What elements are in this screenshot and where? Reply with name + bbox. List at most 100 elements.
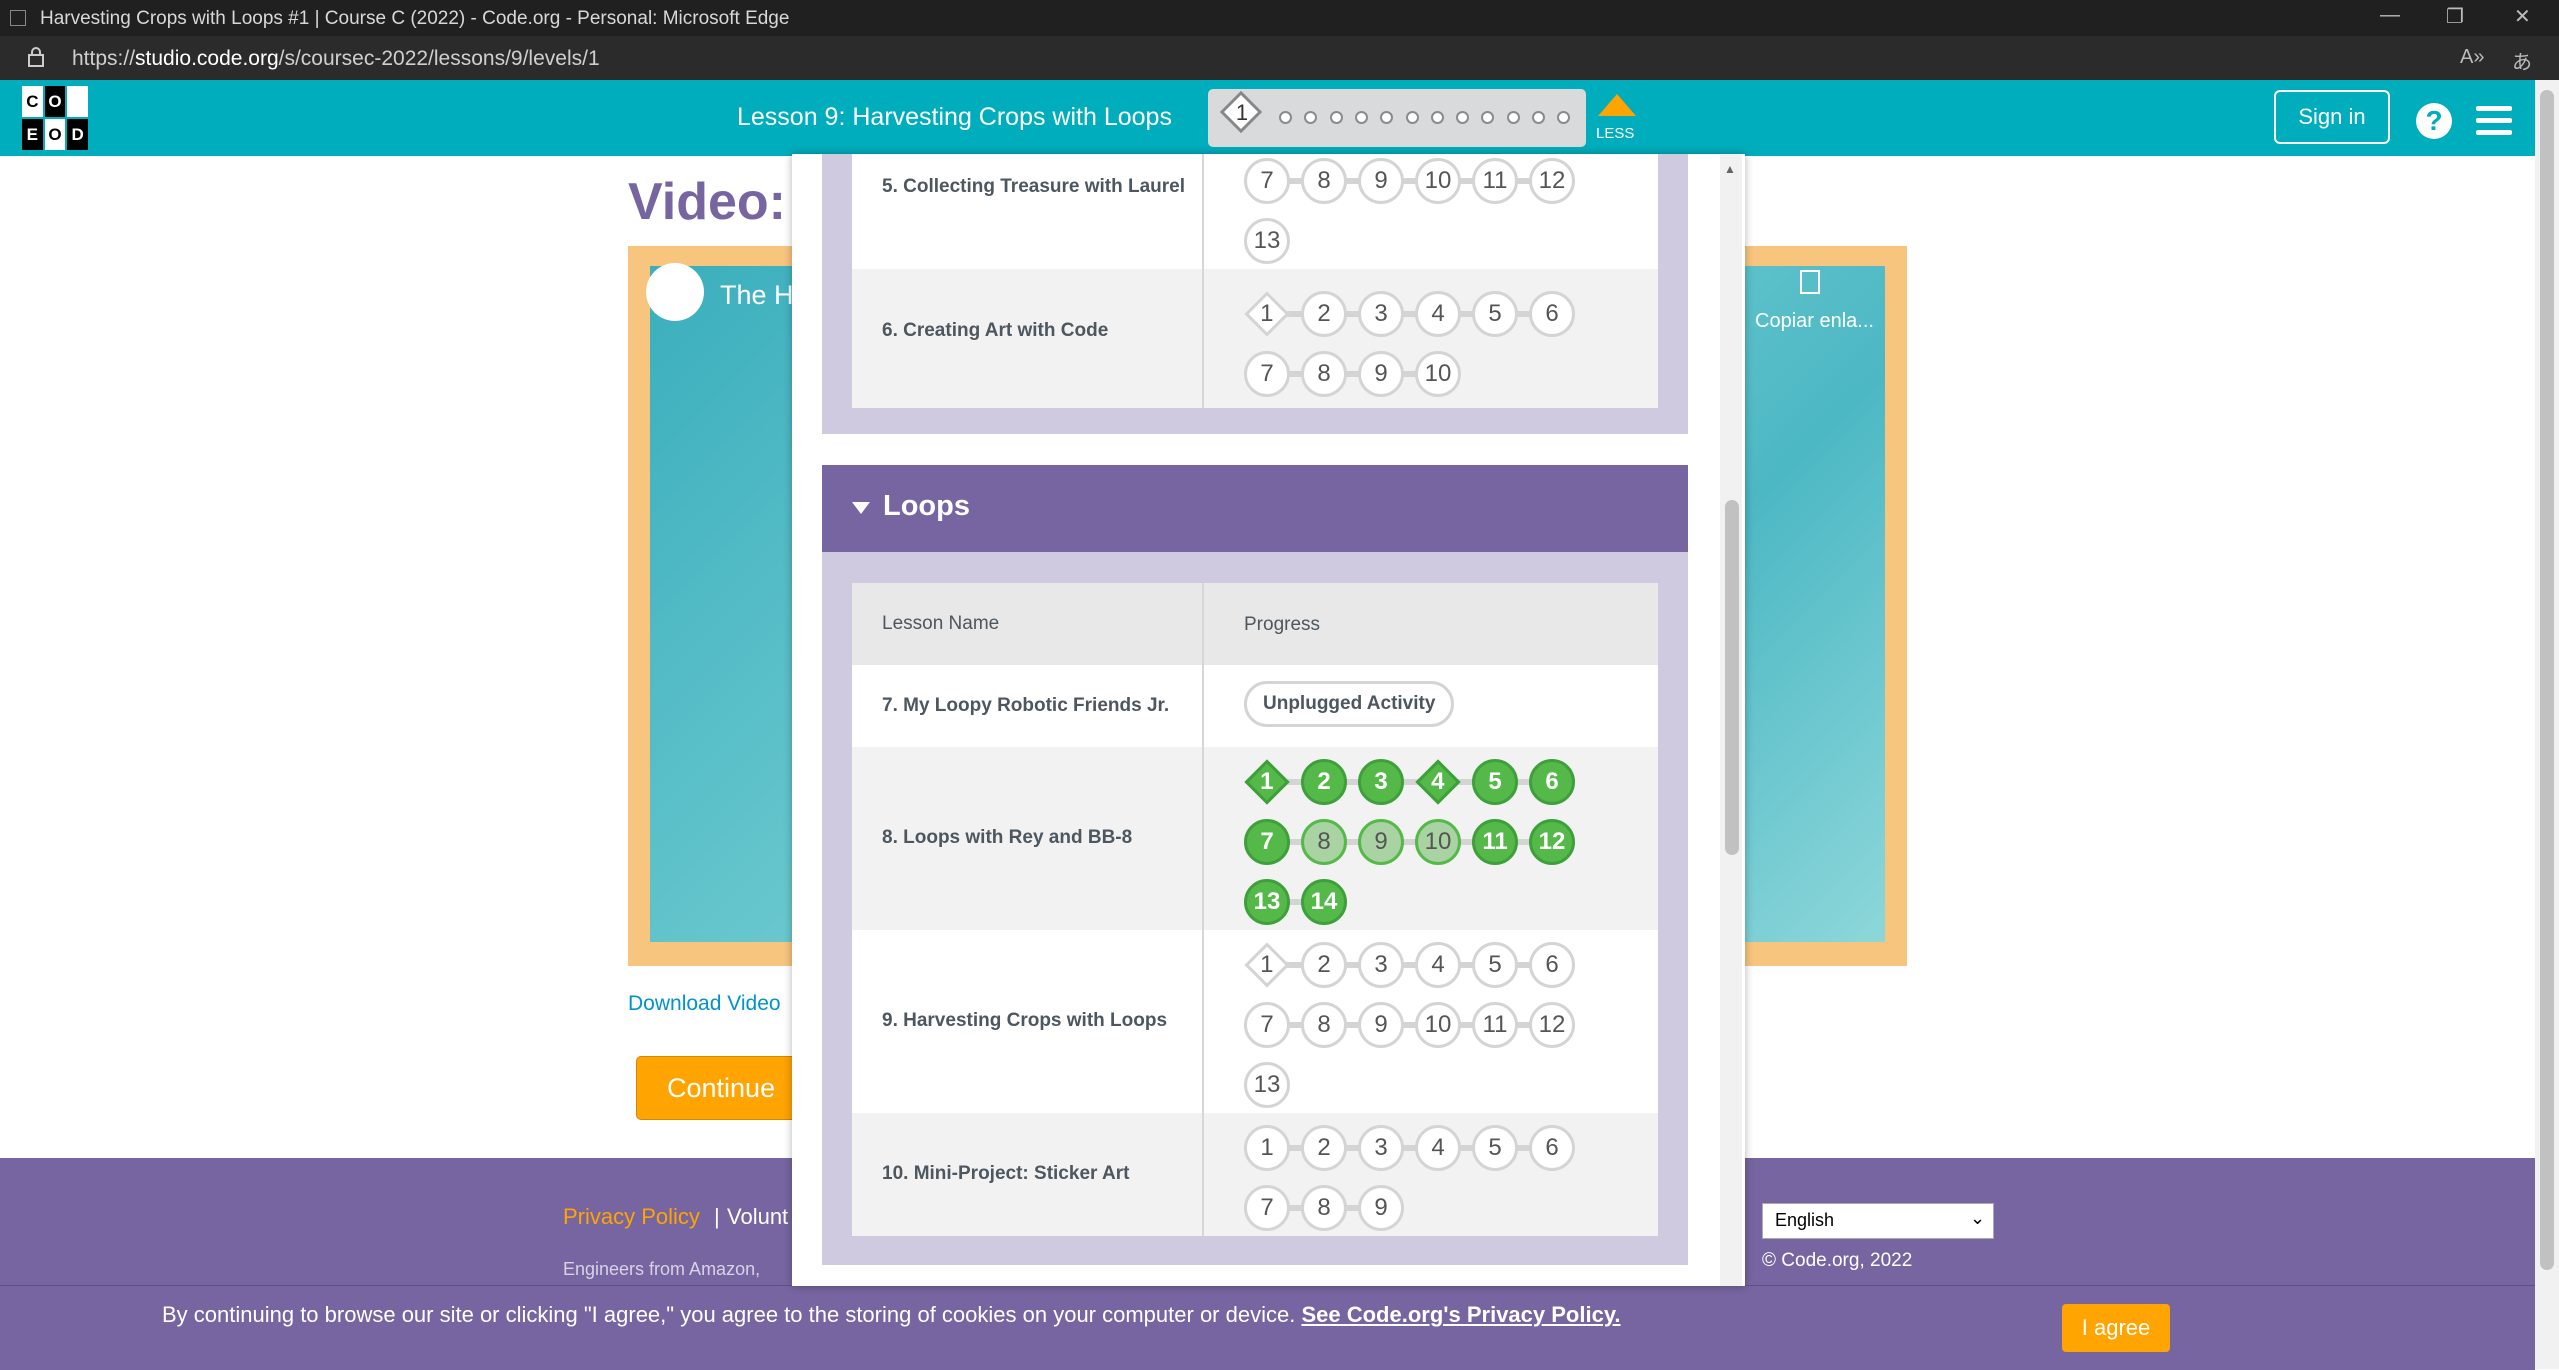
level-bubble[interactable]: 9	[1358, 819, 1404, 865]
lesson-row[interactable]: 7. My Loopy Robotic Friends Jr. Unplugge…	[852, 665, 1658, 747]
level-bubble[interactable]: 5	[1472, 759, 1518, 805]
lesson-name[interactable]: 7. My Loopy Robotic Friends Jr.	[882, 695, 1169, 717]
level-dot[interactable]	[1405, 111, 1419, 124]
lesson-name[interactable]: 6. Creating Art with Code	[882, 320, 1108, 342]
level-bubble[interactable]: 2	[1301, 1125, 1347, 1171]
level-bubble[interactable]: 4	[1415, 1125, 1461, 1171]
lesson-name[interactable]: 10. Mini-Project: Sticker Art	[882, 1163, 1129, 1185]
help-icon[interactable]: ?	[2416, 103, 2452, 139]
code-org-logo[interactable]: C O E O D	[22, 86, 88, 150]
unit-title[interactable]: Loops	[883, 490, 970, 523]
less-arrow-icon[interactable]	[1598, 94, 1636, 116]
url-field[interactable]: https://studio.code.org/s/coursec-2022/l…	[72, 47, 600, 71]
level-bubble[interactable]: 6	[1529, 1125, 1575, 1171]
level-bubble[interactable]: 9	[1358, 1185, 1404, 1231]
level-bubble[interactable]: 10	[1415, 1002, 1461, 1048]
hamburger-menu-icon[interactable]	[2476, 106, 2512, 142]
level-bubble[interactable]: 7	[1244, 158, 1290, 204]
less-label[interactable]: LESS	[1596, 125, 1634, 142]
privacy-policy-link[interactable]: Privacy Policy	[563, 1204, 700, 1230]
dropdown-scrollbar[interactable]: ▲	[1720, 154, 1742, 1286]
level-bubble[interactable]: 11	[1472, 1002, 1518, 1048]
level-bubble[interactable]: 9	[1358, 158, 1404, 204]
read-aloud-icon[interactable]: A»	[2460, 46, 2484, 69]
lesson-progress-bar	[1208, 89, 1586, 147]
level-bubble[interactable]: 8	[1301, 351, 1347, 397]
level-bubble[interactable]: 7	[1244, 1002, 1290, 1048]
collapse-triangle-icon[interactable]	[852, 502, 870, 514]
level-bubble[interactable]: 2	[1301, 759, 1347, 805]
level-bubble[interactable]: 7	[1244, 1185, 1290, 1231]
level-dot[interactable]	[1532, 111, 1545, 124]
previous-unit-table: 5. Collecting Treasure with Laurel 6. Cr…	[852, 154, 1658, 408]
lesson-title[interactable]: Lesson 9: Harvesting Crops with Loops	[737, 103, 1172, 132]
level-bubble[interactable]: 12	[1529, 1002, 1575, 1048]
level-bubble[interactable]: 10	[1415, 819, 1461, 865]
level-bubble[interactable]: 11	[1472, 819, 1518, 865]
privacy-policy-cookie-link[interactable]: See Code.org's Privacy Policy.	[1301, 1302, 1620, 1327]
unplugged-activity-pill[interactable]: Unplugged Activity	[1244, 681, 1455, 727]
level-bubble[interactable]: 13	[1244, 1062, 1290, 1108]
minimize-icon[interactable]: —	[2380, 4, 2400, 27]
close-icon[interactable]: ✕	[2514, 4, 2531, 29]
level-dot[interactable]	[1279, 111, 1292, 124]
level-dot[interactable]	[1354, 111, 1368, 124]
level-bubble[interactable]: 5	[1472, 291, 1518, 337]
level-bubble[interactable]: 12	[1529, 819, 1575, 865]
level-bubble[interactable]: 4	[1415, 291, 1461, 337]
level-bubble[interactable]: 1	[1244, 1125, 1290, 1171]
lesson-name[interactable]: 9. Harvesting Crops with Loops	[882, 1010, 1167, 1032]
level-bubble[interactable]: 10	[1415, 158, 1461, 204]
level-bubble[interactable]: 13	[1244, 218, 1290, 264]
level-bubble[interactable]: 4	[1415, 942, 1461, 988]
copy-link-icon[interactable]	[1800, 270, 1820, 294]
i-agree-button[interactable]: I agree	[2062, 1304, 2170, 1352]
lesson-name[interactable]: 8. Loops with Rey and BB-8	[882, 827, 1132, 849]
level-bubble[interactable]: 3	[1358, 759, 1404, 805]
sign-in-button[interactable]: Sign in	[2274, 90, 2390, 144]
page-scrollbar[interactable]	[2535, 80, 2559, 1369]
download-video-link[interactable]: Download Video	[628, 992, 781, 1016]
level-bubble[interactable]: 8	[1301, 1185, 1347, 1231]
level-bubble[interactable]: 3	[1358, 291, 1404, 337]
level-bubble[interactable]: 2	[1301, 291, 1347, 337]
level-bubble[interactable]: 2	[1301, 942, 1347, 988]
scroll-up-icon[interactable]: ▲	[1724, 162, 1736, 176]
level-bubble[interactable]: 12	[1529, 158, 1575, 204]
level-dot[interactable]	[1430, 111, 1444, 124]
level-bubble[interactable]: 14	[1301, 879, 1347, 925]
loops-unit-header[interactable]: Loops	[822, 465, 1688, 552]
level-bubble[interactable]: 6	[1529, 942, 1575, 988]
level-bubble[interactable]: 5	[1472, 1125, 1518, 1171]
window-title: Harvesting Crops with Loops #1 | Course …	[40, 8, 790, 29]
level-bubble[interactable]: 3	[1358, 942, 1404, 988]
level-bubble[interactable]: 8	[1301, 819, 1347, 865]
level-bubble[interactable]: 13	[1244, 879, 1290, 925]
level-dot[interactable]	[1329, 111, 1343, 124]
lesson-name[interactable]: 5. Collecting Treasure with Laurel	[882, 176, 1185, 198]
level-bubble[interactable]: 3	[1358, 1125, 1404, 1171]
continue-button[interactable]: Continue	[636, 1056, 816, 1120]
level-bubble[interactable]: 5	[1472, 942, 1518, 988]
level-bubble[interactable]: 6	[1529, 291, 1575, 337]
volunteer-link[interactable]: Volunt	[727, 1204, 788, 1230]
copy-link-label[interactable]: Copiar enla...	[1755, 310, 1874, 333]
video-title[interactable]: The H	[720, 280, 794, 311]
level-bubble[interactable]: 6	[1529, 759, 1575, 805]
level-bubble[interactable]: 9	[1358, 1002, 1404, 1048]
level-bubble[interactable]: 9	[1358, 351, 1404, 397]
level-dot[interactable]	[1456, 111, 1470, 124]
level-dot[interactable]	[1506, 111, 1520, 124]
level-bubble[interactable]: 8	[1301, 158, 1347, 204]
restore-icon[interactable]: ❐	[2446, 4, 2464, 29]
lock-icon	[28, 47, 44, 67]
translate-icon[interactable]: あ	[2512, 46, 2532, 75]
level-bubble[interactable]: 10	[1415, 351, 1461, 397]
table-header: Lesson Name Progress	[852, 583, 1658, 665]
channel-avatar[interactable]	[646, 263, 704, 321]
level-bubble[interactable]: 7	[1244, 819, 1290, 865]
level-bubble[interactable]: 8	[1301, 1002, 1347, 1048]
level-bubble[interactable]: 7	[1244, 351, 1290, 397]
level-bubble[interactable]: 11	[1472, 158, 1518, 204]
language-select[interactable]: English	[1762, 1203, 1994, 1239]
